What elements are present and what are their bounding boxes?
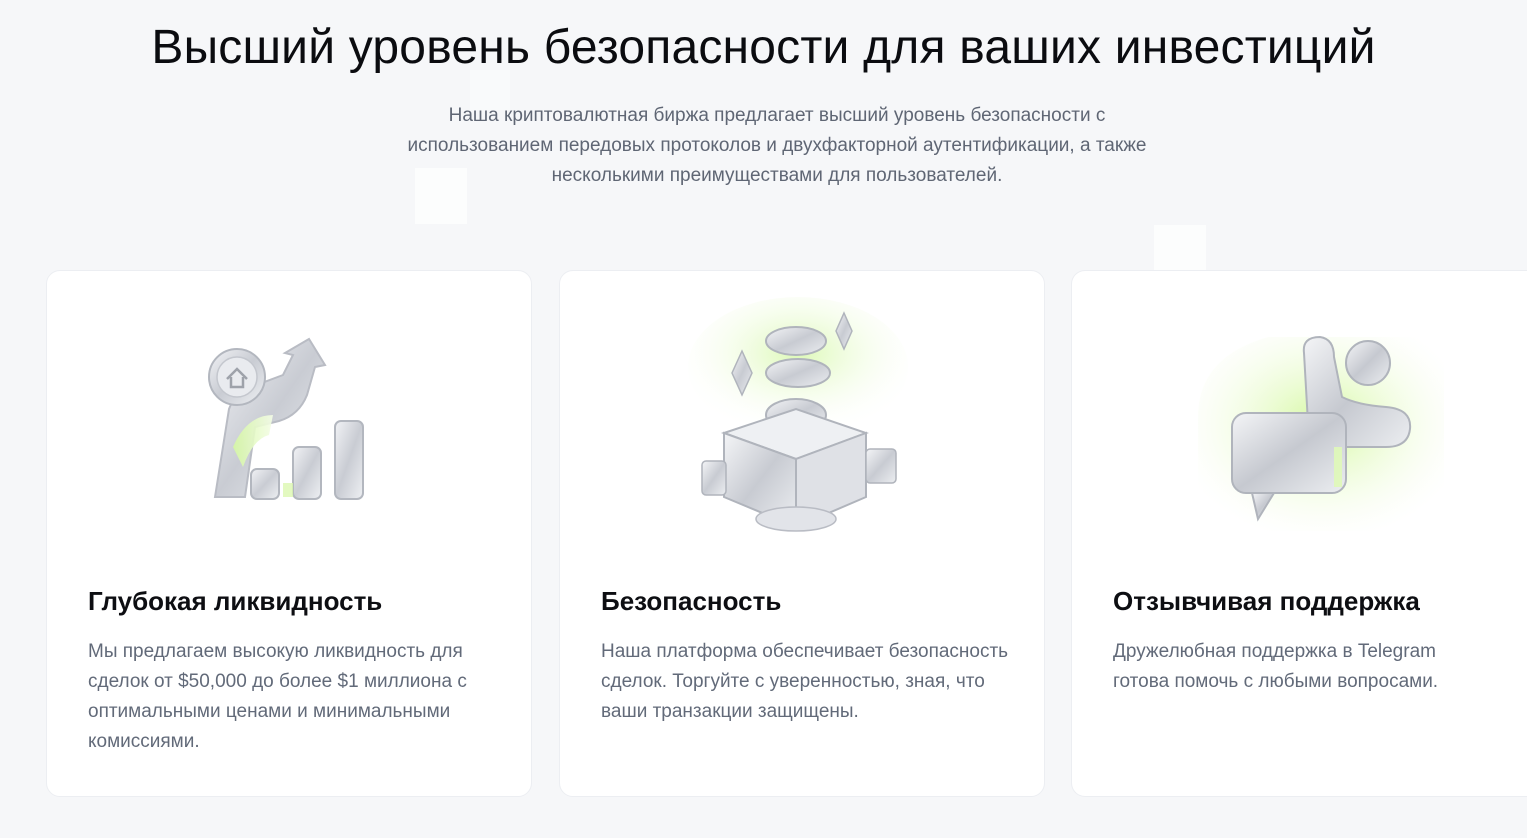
feature-title: Глубокая ликвидность <box>88 586 383 616</box>
support-chat-icon <box>1072 297 1527 567</box>
feature-card-support: Отзывчивая поддержка Дружелюбная поддерж… <box>1071 270 1527 797</box>
secure-box-icon <box>560 297 1044 567</box>
feature-card-security: Безопасность Наша платформа обеспечивает… <box>559 270 1045 797</box>
feature-description: Мы предлагаем высокую ликвидность для сд… <box>88 641 467 752</box>
background-square <box>1154 225 1206 273</box>
feature-title: Безопасность <box>601 586 782 616</box>
feature-description: Дружелюбная поддержка в Telegram готова … <box>1113 641 1439 692</box>
feature-card-liquidity: Глубокая ликвидность Мы предлагаем высок… <box>46 270 532 797</box>
page-subtitle: Наша криптовалютная биржа предлагает выс… <box>407 105 1147 186</box>
growth-chart-icon <box>47 297 531 567</box>
feature-title: Отзывчивая поддержка <box>1113 586 1420 616</box>
page-title: Высший уровень безопасности для ваших ин… <box>151 21 1376 74</box>
security-section: Высший уровень безопасности для ваших ин… <box>0 0 1527 838</box>
feature-description: Наша платформа обеспечивает безопасность… <box>601 641 1009 722</box>
